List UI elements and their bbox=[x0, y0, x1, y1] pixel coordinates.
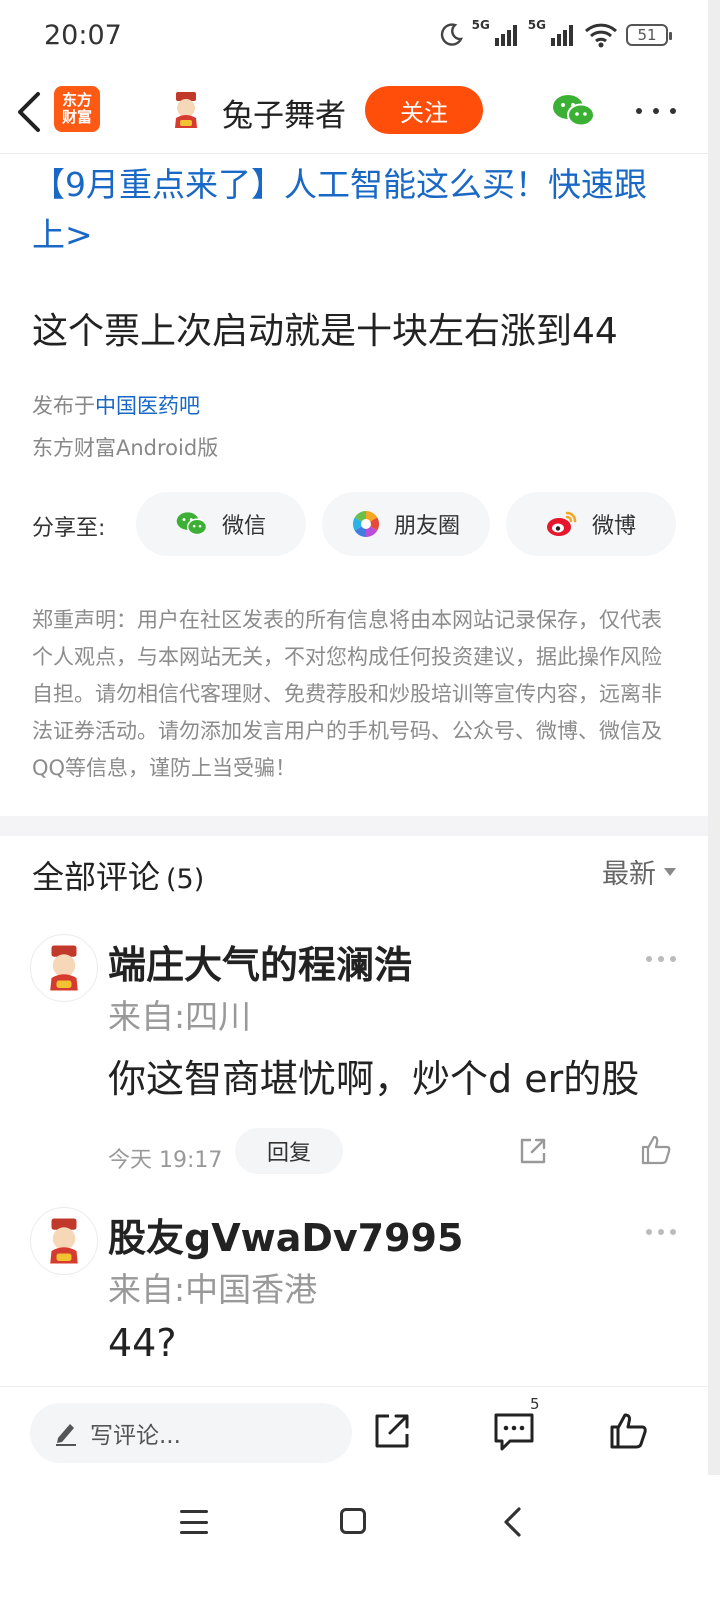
app-logo[interactable]: 东方 财富 bbox=[54, 86, 100, 132]
board-link[interactable]: 中国医药吧 bbox=[95, 394, 200, 418]
author-avatar[interactable] bbox=[166, 90, 206, 130]
comment-time: 今天 19:17 bbox=[108, 1148, 223, 1173]
network-label-2: 5G bbox=[527, 18, 546, 32]
nav-bar: 东方 财富 兔子舞者 关注 bbox=[0, 70, 708, 154]
battery-icon: 51 bbox=[626, 24, 672, 46]
app-logo-line1: 东方 bbox=[61, 91, 92, 109]
commenter-avatar[interactable] bbox=[30, 1207, 98, 1275]
commenter-avatar[interactable] bbox=[30, 934, 98, 1002]
sort-dropdown[interactable]: 最新 bbox=[602, 852, 676, 891]
more-icon[interactable] bbox=[636, 98, 676, 124]
commenter-location: 来自:四川 bbox=[108, 997, 252, 1036]
published-prefix: 发布于 bbox=[32, 394, 95, 418]
commenter-name[interactable]: 股友gVwaDv7995 bbox=[108, 1207, 463, 1262]
comment-count-badge: 5 bbox=[530, 1395, 540, 1413]
page: 20:07 5G 5G 51 东方 财富 兔子舞者 关注 【9月重点来了】人工智… bbox=[0, 0, 720, 1600]
share-wechat-label: 微信 bbox=[221, 514, 266, 539]
commenter-name[interactable]: 端庄大气的程澜浩 bbox=[108, 934, 412, 989]
comment-bubble-icon[interactable] bbox=[492, 1411, 536, 1453]
signal-icon-2 bbox=[551, 25, 573, 46]
back-icon[interactable] bbox=[500, 1506, 524, 1538]
share-moments-button[interactable]: 朋友圈 bbox=[322, 492, 490, 556]
app-logo-line2: 财富 bbox=[61, 108, 92, 126]
comment-text: 44? bbox=[108, 1321, 177, 1365]
disclaimer-text: 郑重声明：用户在社区发表的所有信息将由本网站记录保存，仅代表个人观点，与本网站无… bbox=[32, 608, 662, 780]
comment-more-icon[interactable] bbox=[646, 1227, 676, 1237]
comments-count: (5) bbox=[166, 864, 205, 895]
author-name[interactable]: 兔子舞者 bbox=[222, 90, 346, 135]
scroll-edge bbox=[708, 0, 720, 1475]
thumbs-up-icon[interactable] bbox=[608, 1411, 648, 1451]
moments-icon bbox=[352, 510, 380, 538]
write-comment-placeholder: 写评论... bbox=[90, 1423, 181, 1449]
signal-icon bbox=[494, 25, 517, 46]
weibo-icon bbox=[546, 511, 577, 536]
status-icons: 5G 5G 51 bbox=[438, 18, 672, 48]
caret-down-icon bbox=[664, 867, 676, 876]
home-icon[interactable] bbox=[340, 1508, 366, 1534]
share-wechat-button[interactable]: 微信 bbox=[136, 492, 306, 556]
wifi-icon bbox=[584, 23, 618, 48]
post-board-info: 发布于中国医药吧 bbox=[32, 390, 200, 420]
share-label: 分享至: bbox=[32, 516, 106, 541]
battery-level: 51 bbox=[637, 26, 657, 44]
pencil-icon bbox=[56, 1424, 76, 1446]
comments-title: 全部评论 bbox=[32, 858, 161, 896]
network-label-1: 5G bbox=[471, 18, 490, 32]
follow-button[interactable]: 关注 bbox=[365, 86, 483, 134]
sort-label: 最新 bbox=[602, 859, 656, 890]
share-moments-label: 朋友圈 bbox=[393, 514, 460, 539]
status-bar: 20:07 5G 5G 51 bbox=[0, 0, 708, 70]
share-icon[interactable] bbox=[518, 1136, 548, 1166]
status-time: 20:07 bbox=[44, 20, 122, 51]
comment-item: 股友gVwaDv7995 来自:中国香港 44? bbox=[0, 1207, 708, 1387]
back-arrow-icon[interactable] bbox=[14, 90, 44, 134]
menu-icon[interactable] bbox=[180, 1510, 208, 1534]
post-client: 东方财富Android版 bbox=[32, 436, 219, 460]
comment-more-icon[interactable] bbox=[646, 954, 676, 964]
share-weibo-label: 微博 bbox=[591, 514, 636, 539]
section-divider bbox=[0, 816, 708, 836]
thumbs-up-icon[interactable] bbox=[640, 1134, 672, 1166]
wechat-icon[interactable] bbox=[552, 92, 596, 130]
wechat-icon bbox=[176, 512, 208, 536]
post-title: 这个票上次启动就是十块左右涨到44 bbox=[32, 311, 618, 352]
commenter-location: 来自:中国香港 bbox=[108, 1270, 318, 1309]
bottom-action-bar: 写评论... 5 bbox=[0, 1386, 708, 1476]
avatar-icon bbox=[50, 1218, 78, 1264]
moon-icon bbox=[440, 23, 463, 46]
comment-item: 端庄大气的程澜浩 来自:四川 你这智商堪忧啊，炒个d er的股 今天 19:17… bbox=[0, 934, 708, 1174]
promo-link[interactable]: 【9月重点来了】人工智能这么买！快速跟上> bbox=[32, 160, 672, 260]
write-comment-input[interactable]: 写评论... bbox=[30, 1403, 352, 1463]
comments-header: 全部评论 (5) bbox=[32, 852, 204, 898]
reply-button[interactable]: 回复 bbox=[235, 1128, 343, 1174]
share-icon[interactable] bbox=[372, 1411, 412, 1451]
share-weibo-button[interactable]: 微博 bbox=[506, 492, 676, 556]
comment-text: 你这智商堪忧啊，炒个d er的股 bbox=[108, 1057, 640, 1101]
avatar-icon bbox=[50, 945, 78, 991]
system-nav-bar bbox=[0, 1476, 720, 1600]
